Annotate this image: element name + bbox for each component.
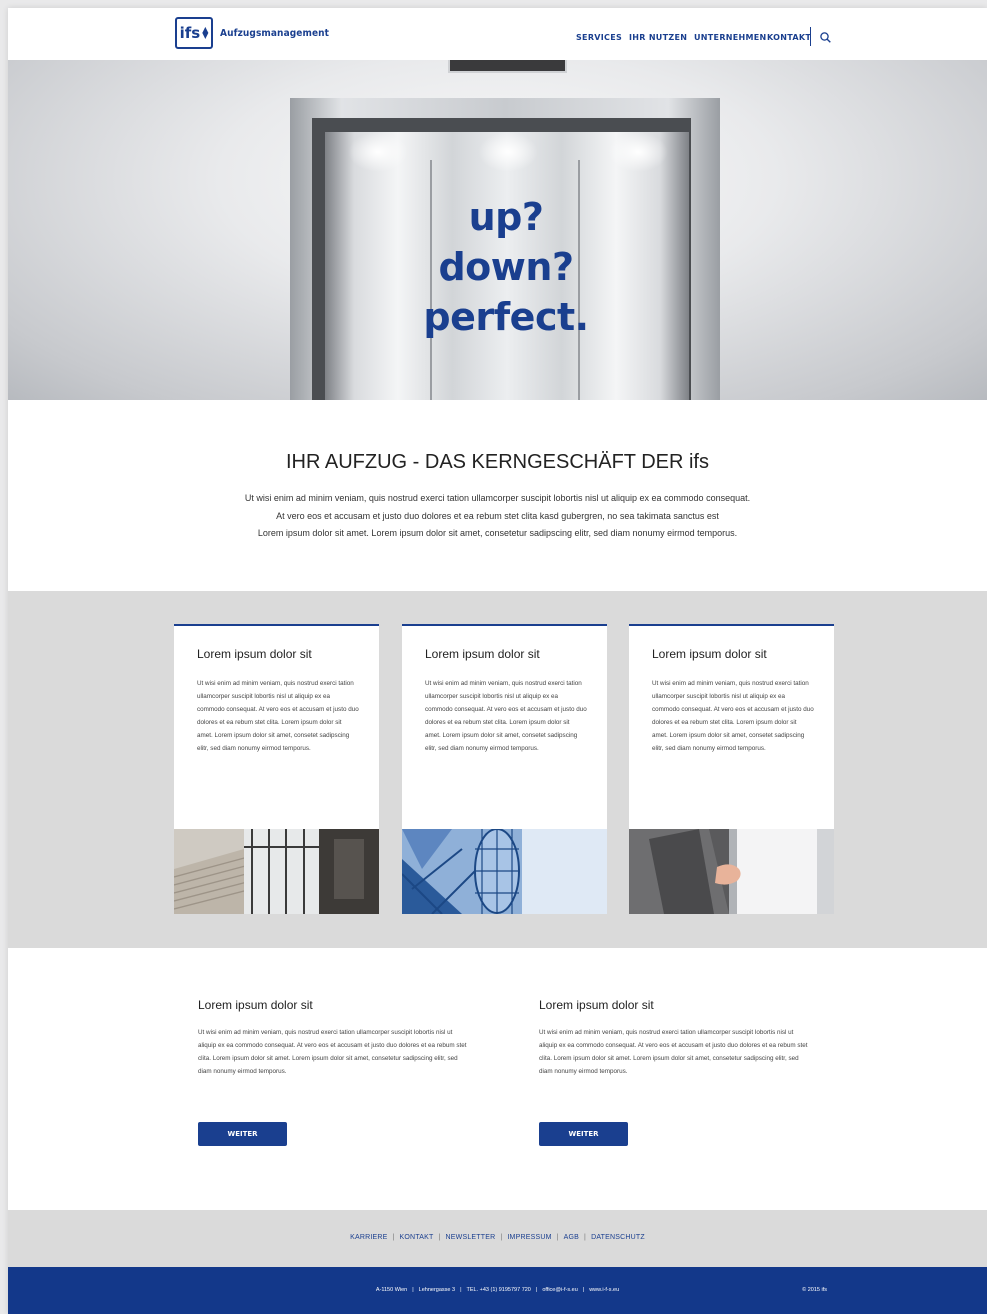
- footer-link-kontakt[interactable]: KONTAKT: [400, 1234, 434, 1241]
- card: Lorem ipsum dolor sit Ut wisi enim ad mi…: [629, 624, 834, 914]
- hero-line-perfect: perfect.: [423, 295, 589, 339]
- weiter-button[interactable]: WEITER: [198, 1122, 287, 1146]
- card-image-hand-on-door: [629, 829, 834, 914]
- card-text: Ut wisi enim ad minim veniam, quis nostr…: [197, 680, 359, 752]
- column-left: Lorem ipsum dolor sit Ut wisi enim ad mi…: [198, 998, 468, 1078]
- logo-text: Aufzugsmanagement: [220, 27, 330, 39]
- footer-copyright: © 2015 ifs: [802, 1287, 827, 1293]
- nav-ihr-nutzen[interactable]: IHR NUTZEN: [629, 33, 687, 42]
- site-header: ifs ▲ ▼ Aufzugsmanagement SERVICES IHR NU…: [8, 8, 987, 60]
- footer-email[interactable]: office@i-f-s.eu: [542, 1287, 577, 1293]
- footer-address: A-1150 Wien: [375, 1287, 408, 1293]
- column-text: Ut wisi enim ad minim veniam, quis nostr…: [539, 1029, 808, 1075]
- footer-street: Lehnergasse 3: [418, 1287, 456, 1293]
- footer-link-datenschutz[interactable]: DATENSCHUTZ: [591, 1234, 645, 1241]
- logo-mark: ifs ▲ ▼: [175, 17, 213, 49]
- cards-section: Lorem ipsum dolor sit Ut wisi enim ad mi…: [8, 591, 987, 948]
- hero-headline: up? down? perfect.: [416, 192, 596, 342]
- up-down-arrows-icon: ▲ ▼: [202, 25, 209, 40]
- column-title: Lorem ipsum dolor sit: [198, 998, 313, 1012]
- intro-line: Ut wisi enim ad minim veniam, quis nostr…: [244, 493, 751, 503]
- column-right: Lorem ipsum dolor sit Ut wisi enim ad mi…: [539, 998, 809, 1078]
- intro-line: Lorem ipsum dolor sit amet. Lorem ipsum …: [257, 528, 738, 538]
- intro-text: Ut wisi enim ad minim veniam, quis nostr…: [158, 490, 837, 543]
- footer-link-list: KARRIERE | KONTAKT | NEWSLETTER | IMPRESSUM | AG…: [350, 1234, 645, 1241]
- footer-web[interactable]: www.i-f-s.eu: [589, 1287, 619, 1293]
- elevator-indicator: [448, 60, 567, 73]
- card-text: Ut wisi enim ad minim veniam, quis nostr…: [652, 680, 814, 752]
- intro-title: IHR AUFZUG - DAS KERNGESCHÄFT DER ifs: [285, 451, 709, 473]
- footer-link-newsletter[interactable]: NEWSLETTER: [446, 1234, 496, 1241]
- hero-banner: up? down? perfect.: [8, 60, 987, 400]
- card: Lorem ipsum dolor sit Ut wisi enim ad mi…: [174, 624, 379, 914]
- card-title: Lorem ipsum dolor sit: [652, 647, 767, 661]
- card-text: Ut wisi enim ad minim veniam, quis nostr…: [425, 680, 587, 752]
- weiter-button[interactable]: WEITER: [539, 1122, 628, 1146]
- cabin-light: [608, 132, 668, 172]
- card-image-glass-elevator-shaft: [402, 829, 607, 914]
- footer-contact: A-1150 Wien | Lehnergasse 3 | TEL. +43 (1) 9…: [375, 1287, 620, 1293]
- nav-kontakt[interactable]: KONTAKT: [767, 33, 811, 42]
- logo[interactable]: ifs ▲ ▼ Aufzugsmanagement: [175, 17, 329, 49]
- search-icon[interactable]: [820, 32, 831, 43]
- nav-services[interactable]: SERVICES: [576, 33, 622, 42]
- logo-mark-text: ifs: [179, 24, 201, 42]
- footer-link-impressum[interactable]: IMPRESSUM: [507, 1234, 551, 1241]
- card-title: Lorem ipsum dolor sit: [197, 647, 312, 661]
- hero-line-up: up?: [468, 195, 544, 239]
- nav-unternehmen[interactable]: UNTERNEHMEN: [694, 33, 767, 42]
- footer-link-karriere[interactable]: KARRIERE: [350, 1234, 387, 1241]
- footer-bar: A-1150 Wien | Lehnergasse 3 | TEL. +43 (1) 9…: [8, 1267, 987, 1314]
- card: Lorem ipsum dolor sit Ut wisi enim ad mi…: [402, 624, 607, 914]
- hero-line-down: down?: [438, 245, 574, 289]
- cabin-light: [478, 132, 538, 172]
- column-title: Lorem ipsum dolor sit: [539, 998, 654, 1012]
- page: ifs ▲ ▼ Aufzugsmanagement SERVICES IHR NU…: [8, 8, 987, 1314]
- footer-links: KARRIERE | KONTAKT | NEWSLETTER | IMPRESSUM | AG…: [8, 1210, 987, 1267]
- intro-line: At vero eos et accusam et justo duo dolo…: [276, 510, 719, 521]
- card-title: Lorem ipsum dolor sit: [425, 647, 540, 661]
- nav-divider: [810, 27, 811, 46]
- footer-link-agb[interactable]: AGB: [564, 1234, 579, 1241]
- cabin-light: [348, 132, 408, 172]
- card-image-staircase-elevator: [174, 829, 379, 914]
- footer-phone: TEL. +43 (1) 9195797 720: [466, 1287, 531, 1293]
- column-text: Ut wisi enim ad minim veniam, quis nostr…: [198, 1029, 467, 1075]
